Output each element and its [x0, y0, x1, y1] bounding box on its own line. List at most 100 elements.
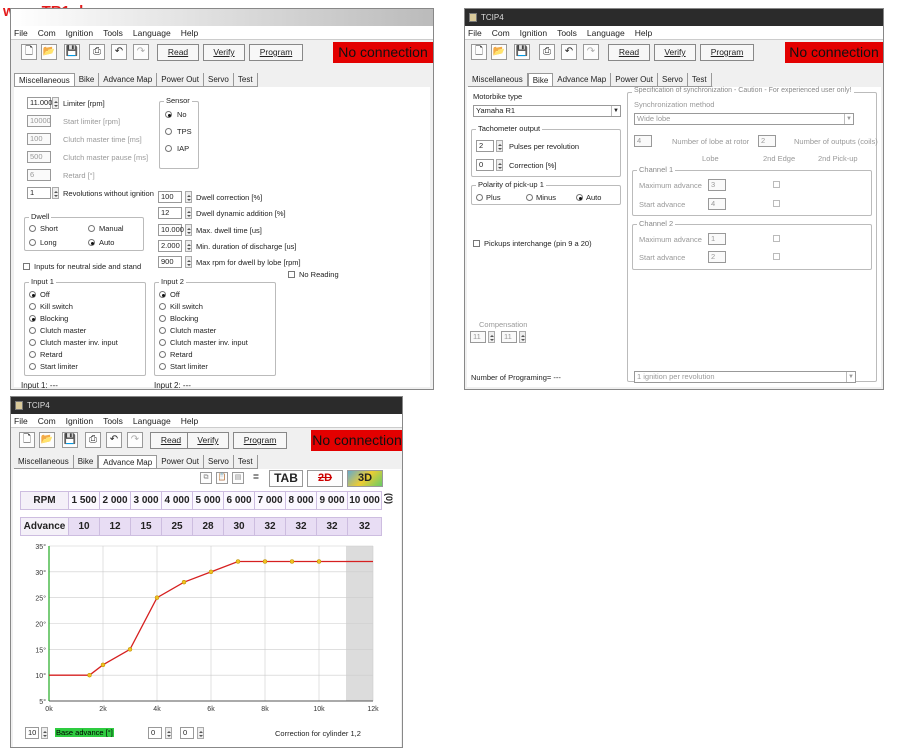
compensation-field-1[interactable]: 11: [470, 331, 486, 343]
limiter-field[interactable]: 11.000: [27, 97, 52, 109]
tab-bike[interactable]: Bike: [527, 73, 554, 86]
pulses-spinner[interactable]: [496, 140, 503, 152]
program-button[interactable]: Program: [233, 432, 287, 449]
open-folder-icon[interactable]: 📂: [491, 44, 507, 60]
pulses-field[interactable]: 2: [476, 140, 494, 152]
new-file-icon[interactable]: 🗋: [21, 44, 37, 60]
revolutions-field[interactable]: 1: [27, 187, 51, 199]
tab-advance-map[interactable]: Advance Map: [99, 73, 158, 86]
advance-cell[interactable]: 15: [130, 517, 162, 536]
cylinder-field-1[interactable]: 0: [148, 727, 162, 739]
new-file-icon[interactable]: 🗋: [19, 432, 35, 448]
program-button[interactable]: Program: [249, 44, 303, 61]
menu-tools[interactable]: Tools: [103, 414, 123, 427]
input2-kill-radio[interactable]: [159, 303, 166, 310]
base-advance-field[interactable]: 10: [25, 727, 39, 739]
read-button[interactable]: Read: [157, 44, 199, 61]
ch2-start-field[interactable]: 2: [708, 251, 726, 263]
tab-view-button[interactable]: TAB: [269, 470, 303, 487]
2d-view-button[interactable]: 2D: [307, 470, 343, 487]
open-folder-icon[interactable]: 📂: [41, 44, 57, 60]
sensor-no-radio[interactable]: [165, 111, 172, 118]
dwell-short-radio[interactable]: [29, 225, 36, 232]
dwell-correction-field[interactable]: 100: [158, 191, 182, 203]
tab-power-out[interactable]: Power Out: [157, 455, 204, 468]
rpm-cell[interactable]: 6 000: [223, 491, 255, 510]
start-limiter-field[interactable]: 10000: [27, 115, 51, 127]
undo-icon[interactable]: ↶: [111, 44, 127, 60]
clutch-pause-field[interactable]: 500: [27, 151, 51, 163]
rpm-cell[interactable]: 1 500: [68, 491, 100, 510]
print-icon[interactable]: ⎙: [539, 44, 555, 60]
menu-com[interactable]: Com: [492, 26, 510, 39]
menu-tools[interactable]: Tools: [103, 26, 123, 39]
undo-icon[interactable]: ↶: [561, 44, 577, 60]
rpm-cell[interactable]: 10 000: [347, 491, 382, 510]
rpm-cell[interactable]: 9 000: [316, 491, 348, 510]
tab-servo[interactable]: Servo: [204, 73, 234, 86]
neutral-checkbox[interactable]: [23, 263, 30, 270]
dwell-correction-spinner[interactable]: [185, 191, 192, 203]
input2-blocking-radio[interactable]: [159, 315, 166, 322]
polarity-minus-radio[interactable]: [526, 194, 533, 201]
input1-retard-radio[interactable]: [29, 351, 36, 358]
input2-clutch-inv-radio[interactable]: [159, 339, 166, 346]
menu-com[interactable]: Com: [38, 414, 56, 427]
polarity-plus-radio[interactable]: [476, 194, 483, 201]
menu-language[interactable]: Language: [587, 26, 625, 39]
menu-language[interactable]: Language: [133, 26, 171, 39]
input1-off-radio[interactable]: [29, 291, 36, 298]
cylinder-spinner-2[interactable]: [197, 727, 204, 739]
paste-icon[interactable]: 📋: [216, 472, 228, 484]
ch2-max-field[interactable]: 1: [708, 233, 726, 245]
max-rpm-dwell-field[interactable]: 900: [158, 256, 182, 268]
limiter-spinner[interactable]: [52, 97, 59, 109]
menu-help[interactable]: Help: [635, 26, 652, 39]
cylinder-spinner-1[interactable]: [165, 727, 172, 739]
rpm-cell[interactable]: 3 000: [130, 491, 162, 510]
dwell-manual-radio[interactable]: [88, 225, 95, 232]
menu-help[interactable]: Help: [181, 414, 198, 427]
tab-test[interactable]: Test: [234, 73, 258, 86]
verify-button[interactable]: Verify: [203, 44, 245, 61]
rpm-cell[interactable]: 8 000: [285, 491, 317, 510]
advance-cell[interactable]: 10: [68, 517, 100, 536]
dwell-dynamic-spinner[interactable]: [185, 207, 192, 219]
new-file-icon[interactable]: 🗋: [471, 44, 487, 60]
menu-ignition[interactable]: Ignition: [520, 26, 547, 39]
copy-icon[interactable]: ⧉: [200, 472, 212, 484]
menu-ignition[interactable]: Ignition: [66, 414, 93, 427]
sensor-tps-radio[interactable]: [165, 128, 172, 135]
advance-cell[interactable]: 32: [347, 517, 382, 536]
verify-button[interactable]: Verify: [187, 432, 229, 449]
tab-bike[interactable]: Bike: [74, 455, 99, 468]
tab-miscellaneous[interactable]: Miscellaneous: [468, 73, 528, 86]
input1-kill-radio[interactable]: [29, 303, 36, 310]
bike-type-select[interactable]: Yamaha R1 ▼: [473, 105, 621, 117]
ch2-start-edge-checkbox[interactable]: [773, 253, 780, 260]
outputs-field[interactable]: 2: [758, 135, 776, 147]
open-folder-icon[interactable]: 📂: [39, 432, 55, 448]
dwell-auto-radio[interactable]: [88, 239, 95, 246]
tab-miscellaneous[interactable]: Miscellaneous: [14, 455, 74, 468]
ch1-max-edge-checkbox[interactable]: [773, 181, 780, 188]
input1-clutch-inv-radio[interactable]: [29, 339, 36, 346]
ch2-max-edge-checkbox[interactable]: [773, 235, 780, 242]
rpm-cell[interactable]: 7 000: [254, 491, 286, 510]
tab-miscellaneous[interactable]: Miscellaneous: [14, 73, 75, 86]
input1-blocking-radio[interactable]: [29, 315, 36, 322]
tab-bike[interactable]: Bike: [75, 73, 100, 86]
save-icon[interactable]: 💾: [514, 44, 530, 60]
input2-clutch-radio[interactable]: [159, 327, 166, 334]
clutch-time-field[interactable]: 100: [27, 133, 51, 145]
tab-power-out[interactable]: Power Out: [611, 73, 658, 86]
input2-off-radio[interactable]: [159, 291, 166, 298]
advance-cell[interactable]: 32: [254, 517, 286, 536]
advance-cell[interactable]: 12: [99, 517, 131, 536]
input1-start-limiter-radio[interactable]: [29, 363, 36, 370]
menu-file[interactable]: File: [14, 26, 28, 39]
advance-cell[interactable]: 28: [192, 517, 224, 536]
tab-test[interactable]: Test: [688, 73, 712, 86]
tab-power-out[interactable]: Power Out: [157, 73, 204, 86]
redo-icon[interactable]: ↷: [127, 432, 143, 448]
